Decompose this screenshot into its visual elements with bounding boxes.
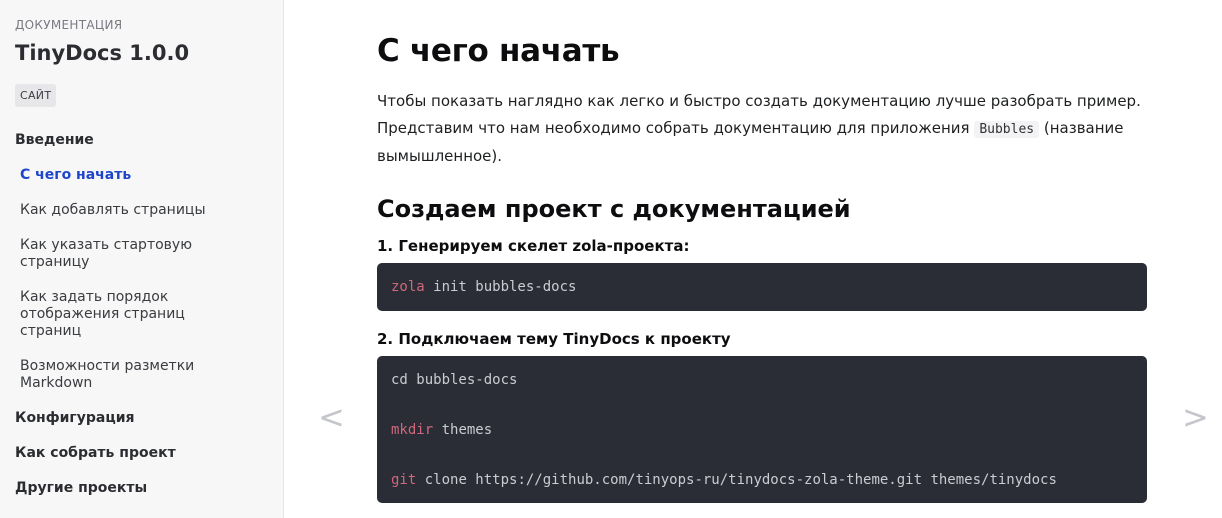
sidebar-eyebrow: ДОКУМЕНТАЦИЯ [15,18,123,32]
code-line: cd bubbles-docs [391,372,517,388]
nav-item-markdown[interactable]: Возможности разметки Markdown [20,358,220,392]
site-button[interactable]: САЙТ [15,84,57,107]
code-line: zola init bubbles-docs [391,279,576,295]
page-title: С чего начать [377,33,620,69]
code-block-1[interactable]: zola init bubbles-docs [377,263,1147,311]
nav-item-start-page[interactable]: Как указать стартовую страницу [20,237,220,271]
nav-section-build[interactable]: Как собрать проект [15,445,176,461]
nav-item-page-order[interactable]: Как задать порядок отображения страниц с… [20,289,205,340]
nav-section-other[interactable]: Другие проекты [15,480,147,496]
step-2-label: 2. Подключаем тему TinyDocs к проекту [377,330,731,348]
inline-code-bubbles: Bubbles [974,121,1040,138]
prev-page-arrow-icon[interactable]: < [318,397,345,437]
sidebar: ДОКУМЕНТАЦИЯ TinyDocs 1.0.0 САЙТ Введени… [0,0,284,518]
code-rest: clone https://github.com/tinyops-ru/tiny… [416,472,1057,488]
code-block-2[interactable]: cd bubbles-docs mkdir themes git clone h… [377,356,1147,503]
intro-paragraph: Чтобы показать наглядно как легко и быст… [377,88,1147,170]
nav-section-intro[interactable]: Введение [15,132,94,148]
code-rest: themes [433,422,493,438]
code-line: mkdir themes [391,422,492,438]
code-command: cd [391,372,408,388]
code-rest: bubbles-docs [407,372,518,388]
nav-item-getting-started[interactable]: С чего начать [20,167,270,184]
nav-section-config[interactable]: Конфигурация [15,410,135,426]
code-keyword: zola [391,279,425,295]
section-heading: Создаем проект с документацией [377,195,851,223]
code-keyword: git [391,472,417,488]
nav-item-add-pages[interactable]: Как добавлять страницы [20,202,270,219]
code-rest: init bubbles-docs [424,279,577,295]
code-line: git clone https://github.com/tinyops-ru/… [391,472,1057,488]
step-1-label: 1. Генерируем скелет zola-проекта: [377,237,690,255]
brand-title[interactable]: TinyDocs 1.0.0 [15,41,189,65]
next-page-arrow-icon[interactable]: > [1182,397,1209,437]
code-keyword: mkdir [391,422,434,438]
